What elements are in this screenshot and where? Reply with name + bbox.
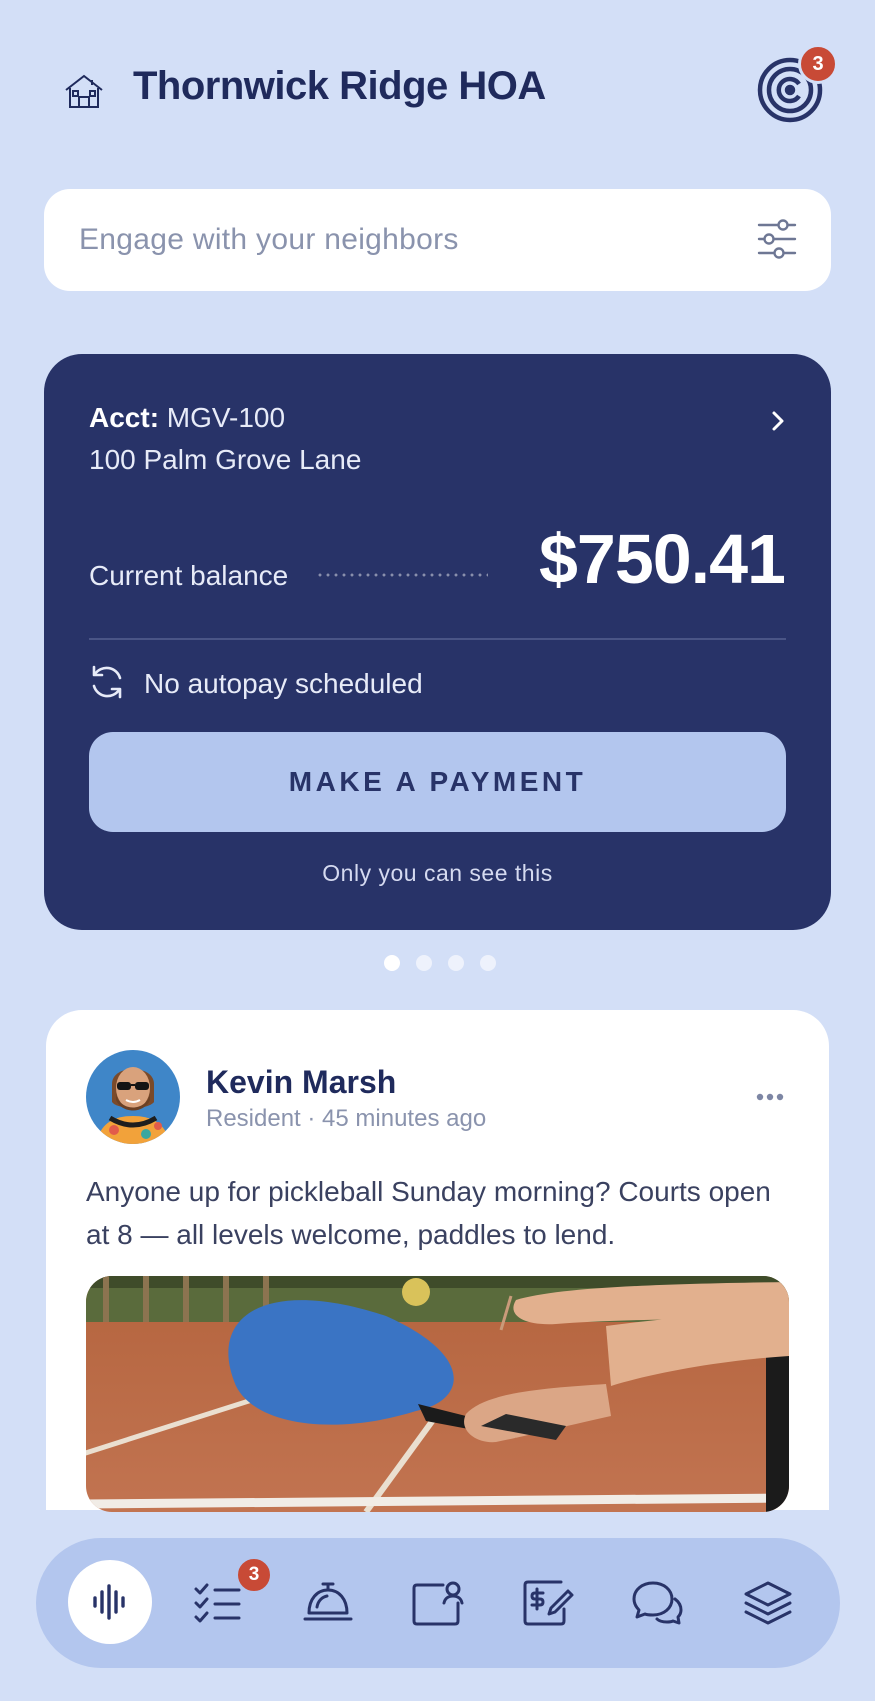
concierge-bell-icon [303,1582,353,1621]
billing-document-icon [523,1580,574,1626]
post-author-name[interactable]: Kevin Marsh [206,1064,396,1101]
account-address: 100 Palm Grove Lane [89,444,362,475]
nav-billing[interactable] [512,1567,584,1639]
carousel-pager [384,955,496,971]
home-icon[interactable] [62,72,106,110]
filter-sliders-icon[interactable] [755,217,799,261]
account-number-value: MGV-100 [166,402,286,433]
tasks-checklist-icon [194,1583,241,1623]
nav-feed[interactable] [68,1560,152,1644]
search-placeholder: Engage with your neighbors [79,223,459,256]
author-avatar[interactable] [86,1050,180,1144]
search-input[interactable]: Engage with your neighbors [44,189,831,291]
nav-profile[interactable] [402,1567,474,1639]
privacy-note: Only you can see this [322,860,553,886]
balance-amount: $750.41 [538,520,786,598]
more-options-icon[interactable] [755,1092,785,1102]
feed-post: Kevin Marsh Resident · 45 minutes ago An… [46,1010,829,1512]
balance-label: Current balance [89,560,289,591]
nav-more[interactable] [732,1567,804,1639]
post-image[interactable] [86,1276,789,1512]
tasks-badge: 3 [235,1556,273,1594]
profile-card-icon [412,1581,464,1626]
layers-icon [744,1581,792,1625]
pager-dot[interactable] [448,955,464,971]
pager-dot[interactable] [416,955,432,971]
leader-dots [316,573,488,577]
avatar-image [86,1050,180,1144]
activity-feed-icon [93,1584,125,1620]
post-body: Anyone up for pickleball Sunday morning?… [86,1176,771,1250]
divider [89,638,786,640]
page-title: Thornwick Ridge HOA [133,64,546,108]
nav-messages[interactable] [622,1567,694,1639]
post-meta: Resident · 45 minutes ago [206,1105,487,1132]
account-balance-card[interactable]: Acct: MGV-100 100 Palm Grove Lane Curren… [44,354,831,930]
account-label: Acct: [89,402,160,433]
nav-concierge[interactable] [292,1567,364,1639]
pager-dot[interactable] [480,955,496,971]
make-payment-button[interactable]: MAKE A PAYMENT [89,732,786,832]
chat-bubbles-icon [632,1581,683,1625]
bottom-navigation: 3 [36,1538,840,1668]
notification-badge: 3 [798,44,838,84]
account-number: Acct: MGV-100 [89,402,285,434]
pickleball-photo [86,1276,789,1512]
pager-dot[interactable] [384,955,400,971]
chevron-right-icon[interactable] [767,406,789,436]
autopay-status: No autopay scheduled [144,668,423,699]
app-header: Thornwick Ridge HOA 3 [0,0,875,180]
autopay-refresh-icon [92,665,122,699]
